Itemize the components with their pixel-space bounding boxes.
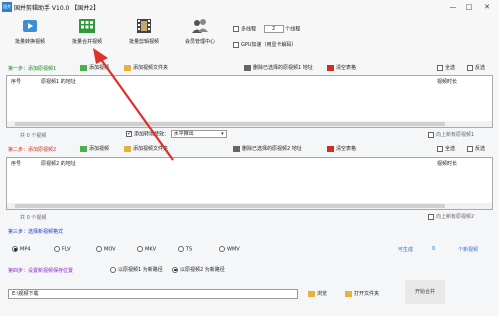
step2-invert-select[interactable]: 反选 bbox=[467, 145, 485, 152]
app-logo-icon: 国并 bbox=[2, 2, 12, 12]
batch-clip-button[interactable]: 批量剪辑视频 bbox=[119, 16, 169, 54]
member-icon bbox=[192, 19, 208, 33]
gpu-option[interactable]: GPU加速（用显卡解码） bbox=[233, 41, 297, 48]
step3-row: 第三步：选择新视频格式 bbox=[0, 226, 499, 236]
open-folder-button[interactable]: 打开文件夹 bbox=[345, 290, 379, 297]
open-folder-icon bbox=[345, 290, 352, 297]
video2-table-header: 序号 原视频2 的地址 视频时长 bbox=[7, 158, 492, 167]
multithread-option[interactable]: 多线程 2 个线程 bbox=[233, 25, 300, 33]
multithread-label: 多线程 bbox=[241, 26, 257, 33]
step1-up-all-option[interactable]: 向上新有原视频1 bbox=[428, 131, 474, 138]
step4-label: 第四步：设置新视频保存位置 bbox=[8, 268, 74, 274]
step1-clear-table-button[interactable]: 清空表格 bbox=[327, 64, 356, 71]
format-flv[interactable]: FLV bbox=[54, 246, 71, 253]
col-address: 原视频1 的地址 bbox=[41, 79, 76, 85]
transition-label: 添加转场特效： bbox=[134, 131, 170, 138]
batch-convert-label: 批量转换视频 bbox=[14, 39, 45, 45]
save-path-input[interactable]: E:\视频下载 bbox=[8, 289, 298, 299]
step2-info-row: 共 0 个视频 向上新有原视频2 bbox=[0, 212, 499, 221]
video2-table[interactable]: 序号 原视频2 的地址 视频时长 bbox=[6, 157, 493, 210]
convert-icon bbox=[23, 20, 37, 32]
step2-count-text: 共 0 个视频 bbox=[20, 215, 47, 221]
path-option-video1[interactable]: 以原视频1 为新路径 bbox=[110, 266, 163, 273]
add-video-icon bbox=[80, 145, 87, 152]
batch-merge-label: 批量合并视频 bbox=[71, 39, 102, 45]
step3-label: 第三步：选择新视频格式 bbox=[8, 229, 64, 235]
clear-icon bbox=[327, 145, 334, 152]
folder-icon bbox=[124, 64, 131, 71]
thread-count-input[interactable]: 2 bbox=[263, 25, 284, 33]
merge-icon bbox=[79, 19, 95, 33]
multithread-checkbox[interactable] bbox=[233, 26, 239, 32]
step2-add-video-button[interactable]: 添加视频 bbox=[80, 145, 109, 152]
app-window: 国并 国并剪辑助手 V10.0 【国并2】 — □ ✕ 批量转换视频 批量合并视… bbox=[0, 0, 499, 316]
transition-option[interactable]: 添加转场特效： 水平推出 bbox=[126, 130, 227, 138]
minimize-button[interactable]: — bbox=[447, 2, 459, 12]
step1-toolbar: 第一步：添加原视频1 添加视频 添加视频文件夹 删除已选择的原视频1 地址 清空… bbox=[0, 63, 499, 73]
member-center-button[interactable]: 会员管理中心 bbox=[175, 16, 225, 54]
step4-row: 第四步：设置新视频保存位置 以原视频1 为新路径 以原视频2 为新路径 bbox=[0, 265, 499, 275]
batch-merge-button[interactable]: 批量合并视频 bbox=[62, 16, 112, 54]
video1-table-header: 序号 原视频1 的地址 视频时长 bbox=[7, 76, 492, 85]
col-duration: 视频时长 bbox=[437, 79, 458, 85]
format-mov[interactable]: MOV bbox=[96, 246, 116, 253]
step1-add-video-button[interactable]: 添加视频 bbox=[80, 64, 109, 71]
gpu-label: GPU加速（用显卡解码） bbox=[241, 42, 297, 48]
step1-label: 第一步：添加原视频1 bbox=[8, 66, 57, 72]
close-button[interactable]: ✕ bbox=[481, 2, 493, 12]
step1-add-folder-button[interactable]: 添加视频文件夹 bbox=[124, 64, 168, 71]
col-index: 序号 bbox=[11, 161, 22, 167]
step2-add-folder-button[interactable]: 添加视频文件夹 bbox=[124, 145, 168, 152]
delete-icon bbox=[233, 145, 240, 152]
folder-icon bbox=[308, 290, 315, 297]
member-center-label: 会员管理中心 bbox=[184, 39, 215, 45]
clip-icon bbox=[137, 19, 151, 33]
start-merge-button[interactable]: 开始合并 bbox=[405, 280, 445, 304]
toolbar: 批量转换视频 批量合并视频 批量剪辑视频 会员管理中心 多线程 2 个线程 GP… bbox=[0, 14, 499, 56]
step1-invert-select[interactable]: 反选 bbox=[467, 64, 485, 71]
step1-info-row: 共 0 个视频 添加转场特效： 水平推出 向上新有原视频1 bbox=[0, 130, 499, 139]
format-options: MP4 FLV MOV MKV TS WMV 可生成 0 个新视频 bbox=[0, 245, 499, 255]
gpu-checkbox[interactable] bbox=[233, 41, 239, 48]
step2-clear-table-button[interactable]: 清空表格 bbox=[327, 145, 356, 152]
video2-hscrollbar[interactable] bbox=[7, 203, 492, 209]
delete-icon bbox=[244, 64, 251, 71]
generate-count: 0 bbox=[432, 246, 436, 252]
browse-button[interactable]: 浏览 bbox=[308, 290, 327, 297]
window-title: 国并剪辑助手 V10.0 【国并2】 bbox=[14, 5, 100, 12]
step2-select-all[interactable]: 全选 bbox=[437, 145, 455, 152]
path-option-video2[interactable]: 以原视频2 为新路径 bbox=[172, 266, 225, 273]
generate-label: 可生成 bbox=[398, 247, 414, 253]
clear-icon bbox=[327, 64, 334, 71]
step2-up-all-option[interactable]: 向上新有原视频2 bbox=[428, 213, 474, 220]
step1-select-all[interactable]: 全选 bbox=[437, 64, 455, 71]
step1-count-text: 共 0 个视频 bbox=[20, 133, 47, 139]
batch-convert-button[interactable]: 批量转换视频 bbox=[5, 16, 55, 54]
batch-clip-label: 批量剪辑视频 bbox=[128, 39, 159, 45]
col-index: 序号 bbox=[11, 79, 22, 85]
title-bar: 国并 国并剪辑助手 V10.0 【国并2】 — □ ✕ bbox=[0, 0, 499, 14]
step2-toolbar: 第二步：添加原视频2 添加视频 添加视频文件夹 删除已选择的原视频2 地址 清空… bbox=[0, 144, 499, 154]
format-ts[interactable]: TS bbox=[178, 246, 192, 253]
maximize-button[interactable]: □ bbox=[463, 2, 475, 12]
add-video-icon bbox=[80, 64, 87, 71]
thread-unit-label: 个线程 bbox=[285, 26, 301, 33]
col-duration: 视频时长 bbox=[437, 161, 458, 167]
video1-table[interactable]: 序号 原视频1 的地址 视频时长 bbox=[6, 75, 493, 128]
transition-checkbox[interactable] bbox=[126, 130, 132, 137]
format-mp4[interactable]: MP4 bbox=[12, 246, 31, 253]
col-address: 原视频2 的地址 bbox=[41, 161, 76, 167]
format-mkv[interactable]: MKV bbox=[137, 246, 156, 253]
generate-unit: 个新视频 bbox=[458, 247, 479, 253]
format-wmv[interactable]: WMV bbox=[219, 246, 240, 253]
step1-delete-selected-button[interactable]: 删除已选择的原视频1 地址 bbox=[244, 64, 313, 71]
transition-select[interactable]: 水平推出 bbox=[170, 130, 227, 138]
video1-hscrollbar[interactable] bbox=[7, 121, 492, 127]
step2-delete-selected-button[interactable]: 删除已选择的原视频2 地址 bbox=[233, 145, 302, 152]
folder-icon bbox=[124, 145, 131, 152]
step2-label: 第二步：添加原视频2 bbox=[8, 147, 57, 153]
